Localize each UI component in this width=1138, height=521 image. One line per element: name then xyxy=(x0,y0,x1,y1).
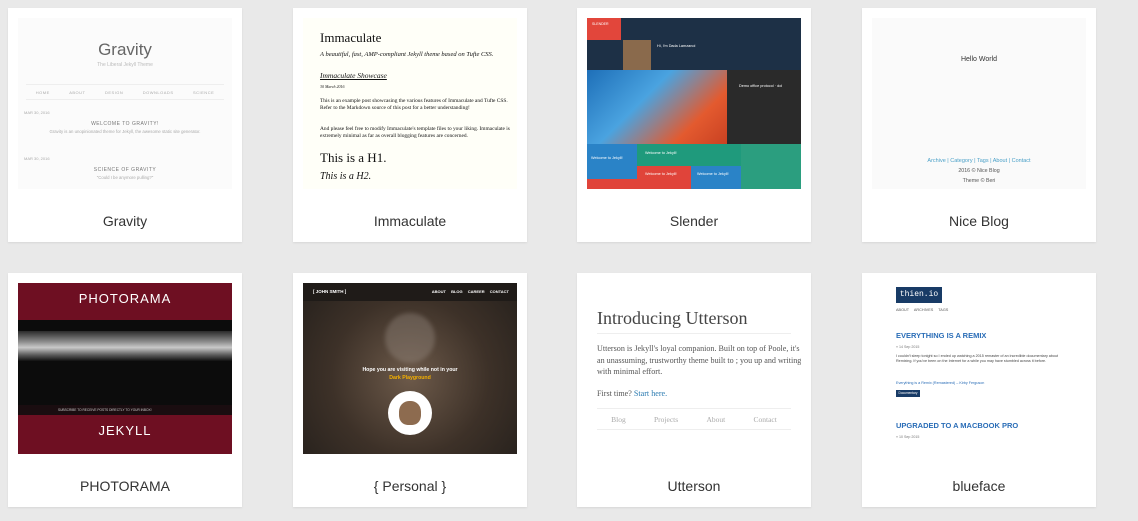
brand-text: [ JOHN SMITH ] xyxy=(313,289,347,294)
post-link: Everything is a Remix (Remastered) – Kir… xyxy=(896,381,985,385)
footer-links: Archive | Category | Tags | About | Cont… xyxy=(927,158,1031,164)
heading-h1: This is a H1. xyxy=(320,150,387,165)
footer-copyright: 2016 © Nice Blog xyxy=(958,168,1000,174)
thumb-heading: Immaculate xyxy=(320,30,382,45)
divider xyxy=(597,408,791,409)
profile-text: Hi, I'm Dada Lamzanoi xyxy=(657,44,696,48)
tag-badge: Documentary xyxy=(896,390,920,397)
theme-thumbnail[interactable]: Gravity The Liberal Jekyll Theme HOME AB… xyxy=(18,18,232,189)
post-text: I couldn't sleep tonight so I ended up w… xyxy=(896,354,1059,364)
post-date: MAR 30, 2016 xyxy=(24,110,50,115)
theme-card-immaculate[interactable]: Immaculate A beautiful, fast, AMP-compli… xyxy=(293,8,527,242)
thumb-subheading: JEKYLL xyxy=(98,423,152,438)
theme-card-utterson[interactable]: Introducing Utterson Utterson is Jekyll'… xyxy=(577,273,811,507)
brand-text: SLENDER xyxy=(592,22,609,26)
post-paragraph: And please feel free to modify Immaculat… xyxy=(320,126,510,140)
theme-thumbnail[interactable]: PHOTORAMA SUBSCRIBE TO RECEIVE POSTS DIR… xyxy=(18,283,232,454)
theme-title[interactable]: Immaculate xyxy=(293,213,527,229)
photo-tile xyxy=(727,70,801,144)
thumb-heading: Gravity xyxy=(98,40,152,59)
tile-text: Welcome to Jekyll! xyxy=(645,151,677,155)
post-title: Immaculate Showcase xyxy=(320,71,387,80)
post-excerpt: Gravity is an unopinionated theme for Je… xyxy=(49,129,201,134)
post-date: » 10 Sep 2015 xyxy=(896,435,920,439)
post-title: WELCOME TO GRAVITY! xyxy=(91,121,159,127)
site-logo: thien.io xyxy=(896,287,942,303)
thumb-tagline: The Liberal Jekyll Theme xyxy=(97,62,153,68)
post-tile xyxy=(707,144,741,166)
thumb-tagline: A beautiful, fast, AMP-compliant Jekyll … xyxy=(320,51,494,58)
post-title: SCIENCE OF GRAVITY xyxy=(93,167,157,173)
tile-text: Welcome to Jekyll! xyxy=(645,172,677,176)
theme-thumbnail[interactable]: SLENDER Hi, I'm Dada Lamzanoi Demo offic… xyxy=(587,18,801,189)
avatar-figure xyxy=(399,401,421,425)
subscribe-text: SUBSCRIBE TO RECEIVE POSTS DIRECTLY TO Y… xyxy=(58,408,152,412)
theme-thumbnail[interactable]: Hello World Archive | Category | Tags | … xyxy=(872,18,1086,189)
footer-nav: Blog Projects About Contact xyxy=(611,415,777,424)
post-tile xyxy=(587,179,637,189)
nav-links: ABOUT ARCHIVES TAGS xyxy=(896,308,949,312)
post-title: Hello World xyxy=(960,56,998,63)
theme-title[interactable]: blueface xyxy=(862,478,1096,494)
theme-title[interactable]: { Personal } xyxy=(293,478,527,494)
theme-thumbnail[interactable]: thien.io ABOUT ARCHIVES TAGS EVERYTHING … xyxy=(872,283,1086,454)
theme-thumbnail[interactable]: Immaculate A beautiful, fast, AMP-compli… xyxy=(303,18,517,189)
post-title: UPGRADED TO A MACBOOK PRO xyxy=(896,421,1019,430)
theme-title[interactable]: Gravity xyxy=(8,213,242,229)
start-here-link: Start here. xyxy=(633,389,668,398)
thumb-heading: PHOTORAMA xyxy=(78,291,172,306)
octocat-icon xyxy=(385,313,435,363)
divider xyxy=(597,429,791,430)
post-cta: First time? Start here. xyxy=(597,389,668,398)
avatar xyxy=(623,40,651,70)
post-date: 30 March 2016 xyxy=(320,84,345,89)
post-tile xyxy=(587,144,637,179)
hero-text-highlight: Dark Playground xyxy=(389,375,431,381)
tile-text: Welcome to Jekyll! xyxy=(591,156,623,160)
theme-card-photorama[interactable]: PHOTORAMA SUBSCRIBE TO RECEIVE POSTS DIR… xyxy=(8,273,242,507)
nav-links: ABOUT BLOG CAREER CONTACT xyxy=(431,289,509,294)
theme-thumbnail[interactable]: [ JOHN SMITH ] ABOUT BLOG CAREER CONTACT… xyxy=(303,283,517,454)
post-tile xyxy=(637,166,691,189)
hero-text: Hope you are visiting while not in your xyxy=(362,367,458,373)
divider xyxy=(597,333,791,334)
post-paragraph: Utterson is Jekyll's loyal companion. Bu… xyxy=(597,344,801,377)
post-excerpt: "Could I be anymore pulling?" xyxy=(96,175,154,180)
theme-title[interactable]: Utterson xyxy=(577,478,811,494)
theme-card-slender[interactable]: SLENDER Hi, I'm Dada Lamzanoi Demo offic… xyxy=(577,8,811,242)
post-date: » 14 Sep 2015 xyxy=(896,345,920,349)
theme-card-blueface[interactable]: thien.io ABOUT ARCHIVES TAGS EVERYTHING … xyxy=(862,273,1096,507)
post-tile xyxy=(691,166,741,189)
footer-credit: Theme © Beri xyxy=(962,178,996,184)
theme-card-nice-blog[interactable]: Hello World Archive | Category | Tags | … xyxy=(862,8,1096,242)
post-tile xyxy=(741,144,801,189)
theme-title[interactable]: Slender xyxy=(577,213,811,229)
tile-text: Welcome to Jekyll! xyxy=(697,172,729,176)
heading-h2: This is a H2. xyxy=(320,171,372,182)
theme-card-personal[interactable]: [ JOHN SMITH ] ABOUT BLOG CAREER CONTACT… xyxy=(293,273,527,507)
tile-text: Demo office protocol · dol xyxy=(739,84,783,88)
post-date: MAR 30, 2016 xyxy=(24,156,50,161)
theme-title[interactable]: Nice Blog xyxy=(862,213,1096,229)
hero-tile xyxy=(587,70,727,144)
post-paragraph: This is an example post showcasing the v… xyxy=(320,98,508,112)
theme-thumbnail[interactable]: Introducing Utterson Utterson is Jekyll'… xyxy=(587,283,801,454)
post-title: EVERYTHING IS A REMIX xyxy=(896,331,987,340)
post-title: Introducing Utterson xyxy=(597,308,748,328)
thumb-nav: HOME ABOUT DESIGN DOWNLOADS SCIENCE xyxy=(26,84,224,100)
theme-title[interactable]: PHOTORAMA xyxy=(8,478,242,494)
hero-image xyxy=(18,331,232,361)
theme-card-gravity[interactable]: Gravity The Liberal Jekyll Theme HOME AB… xyxy=(8,8,242,242)
